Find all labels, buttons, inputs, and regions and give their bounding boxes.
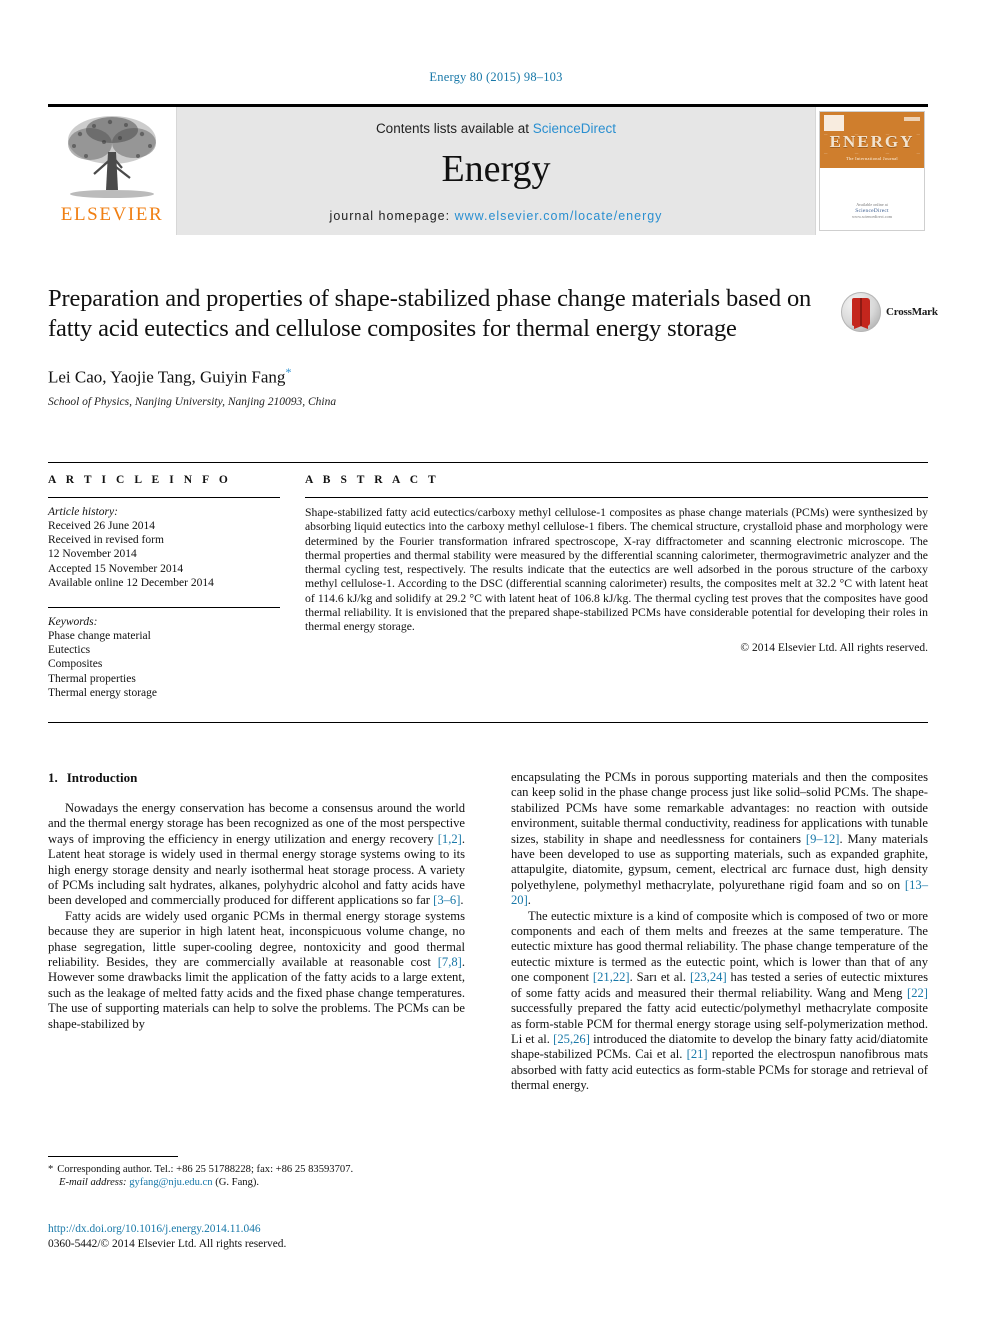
citation-ref[interactable]: [22] bbox=[907, 986, 928, 1000]
article-history-item: Accepted 15 November 2014 bbox=[48, 562, 184, 575]
contents-prefix: Contents lists available at bbox=[375, 121, 533, 136]
cover-issn-mark bbox=[904, 117, 920, 121]
corresponding-author-marker: * bbox=[285, 365, 292, 379]
section-title: Introduction bbox=[66, 770, 138, 785]
keywords-rule bbox=[48, 607, 280, 609]
footnote-corresponding-text: Corresponding author. Tel.: +86 25 51788… bbox=[57, 1164, 354, 1175]
email-link[interactable]: gyfang@nju.edu.cn bbox=[129, 1177, 212, 1188]
paragraph-text: Fatty acids are widely used organic PCMs… bbox=[48, 908, 465, 970]
abstract-rule bbox=[305, 497, 928, 498]
citation-ref[interactable]: [9–12] bbox=[806, 832, 840, 846]
doi-link[interactable]: http://dx.doi.org/10.1016/j.energy.2014.… bbox=[48, 1222, 548, 1236]
citation-ref[interactable]: [25,26] bbox=[553, 1032, 590, 1046]
elsevier-wordmark: ELSEVIER bbox=[60, 204, 164, 225]
info-bottom-rule bbox=[48, 722, 928, 723]
section-heading-introduction: 1. Introduction bbox=[48, 770, 465, 786]
journal-band: Contents lists available at ScienceDirec… bbox=[176, 107, 816, 235]
cover-publisher-mark bbox=[824, 115, 844, 131]
footnote-email-line: E-mail address: gyfang@nju.edu.cn (G. Fa… bbox=[48, 1176, 465, 1189]
article-history-item: Available online 12 December 2014 bbox=[48, 576, 214, 589]
cover-footer: Available online at ScienceDirect www.sc… bbox=[820, 202, 924, 220]
journal-cover-thumbnail: — — — — ENERGY — — — — The International Journ… bbox=[816, 107, 928, 235]
abstract-column: A B S T R A C T Shape-stabilized fatty a… bbox=[305, 474, 928, 654]
author-list: Lei Cao, Yaojie Tang, Guiyin Fang* bbox=[48, 365, 838, 388]
crossmark-badge[interactable]: CrossMark bbox=[841, 291, 938, 333]
journal-homepage-link[interactable]: www.elsevier.com/locate/energy bbox=[455, 209, 663, 223]
keyword-item: Composites bbox=[48, 658, 103, 671]
keyword-item: Thermal properties bbox=[48, 672, 136, 685]
article-history-item: Received in revised form bbox=[48, 534, 164, 547]
journal-homepage-line: journal homepage: www.elsevier.com/locat… bbox=[177, 209, 815, 223]
footnote-corresponding-line: * Corresponding author. Tel.: +86 25 5178… bbox=[48, 1163, 465, 1176]
article-history-item: 12 November 2014 bbox=[48, 548, 137, 561]
citation-ref[interactable]: [3–6] bbox=[433, 893, 460, 907]
journal-title: Energy bbox=[441, 148, 551, 190]
journal-masthead: ELSEVIER Contents lists available at Sci… bbox=[48, 104, 928, 235]
citation-ref[interactable]: [23,24] bbox=[690, 970, 727, 984]
corresponding-author-footnote: * Corresponding author. Tel.: +86 25 5178… bbox=[48, 1156, 465, 1189]
paragraph: encapsulating the PCMs in porous support… bbox=[511, 770, 928, 909]
paragraph-text: . Sarı et al. bbox=[629, 970, 690, 985]
body-column-right: encapsulating the PCMs in porous support… bbox=[511, 770, 928, 1094]
crossmark-label: CrossMark bbox=[886, 306, 938, 318]
affiliation: School of Physics, Nanjing University, N… bbox=[48, 395, 337, 408]
cover-journal-title: ENERGY bbox=[829, 132, 915, 151]
citation-ref[interactable]: [21] bbox=[687, 1047, 708, 1061]
email-suffix: (G. Fang). bbox=[215, 1177, 260, 1188]
footer-identifiers: http://dx.doi.org/10.1016/j.energy.2014.… bbox=[48, 1222, 548, 1251]
title-block: Preparation and properties of shape-stab… bbox=[48, 284, 838, 408]
issn-copyright: 0360-5442/© 2014 Elsevier Ltd. All right… bbox=[48, 1238, 287, 1250]
info-top-rule bbox=[48, 462, 928, 463]
elsevier-logo: ELSEVIER bbox=[48, 107, 176, 235]
page-title: Preparation and properties of shape-stab… bbox=[48, 285, 812, 342]
paragraph: Fatty acids are widely used organic PCMs… bbox=[48, 909, 465, 1032]
citation-ref[interactable]: [1,2] bbox=[438, 832, 462, 846]
paper-page: Energy 80 (2015) 98–103 ELSEVIER Content… bbox=[0, 0, 992, 1323]
abstract-copyright: © 2014 Elsevier Ltd. All rights reserved… bbox=[740, 641, 928, 654]
email-label: E-mail address: bbox=[59, 1177, 127, 1188]
sciencedirect-link[interactable]: ScienceDirect bbox=[533, 121, 616, 136]
cover-footer-url: www.sciencedirect.com bbox=[852, 214, 892, 219]
running-head: Energy 80 (2015) 98–103 bbox=[429, 70, 563, 84]
paragraph-text: . bbox=[460, 893, 464, 908]
author-names: Lei Cao, Yaojie Tang, Guiyin Fang bbox=[48, 367, 286, 387]
paragraph: The eutectic mixture is a kind of compos… bbox=[511, 909, 928, 1094]
citation-ref[interactable]: [7,8] bbox=[438, 955, 462, 969]
paragraph-text: Nowadays the energy conservation has bec… bbox=[48, 801, 465, 846]
keyword-item: Phase change material bbox=[48, 630, 151, 643]
abstract-text: Shape-stabilized fatty acid eutectics/ca… bbox=[305, 506, 928, 634]
article-history-label: Article history: bbox=[48, 506, 118, 518]
article-history-item: Received 26 June 2014 bbox=[48, 520, 155, 532]
article-info-column: A R T I C L E I N F O Article history: R… bbox=[48, 474, 280, 700]
article-info-heading: A R T I C L E I N F O bbox=[48, 474, 232, 486]
citation-ref[interactable]: [21,22] bbox=[593, 970, 630, 984]
footnote-bullet: * bbox=[48, 1164, 54, 1175]
cover-subtitle: The International Journal bbox=[846, 156, 898, 161]
keyword-item: Eutectics bbox=[48, 644, 91, 657]
homepage-prefix: journal homepage: bbox=[329, 209, 455, 223]
paragraph: Nowadays the energy conservation has bec… bbox=[48, 801, 465, 909]
footnote-rule bbox=[48, 1156, 178, 1157]
crossmark-icon bbox=[841, 292, 881, 332]
contents-available-line: Contents lists available at ScienceDirec… bbox=[177, 121, 815, 136]
section-number: 1. bbox=[48, 770, 58, 785]
article-info-rule bbox=[48, 497, 280, 498]
keywords-label: Keywords: bbox=[48, 616, 98, 629]
body-column-left: 1. Introduction Nowadays the energy conse… bbox=[48, 770, 465, 1032]
paragraph-text: . bbox=[527, 893, 531, 908]
abstract-heading: A B S T R A C T bbox=[305, 474, 440, 486]
elsevier-tree-icon bbox=[68, 116, 156, 198]
cover-topic-row-2: — — — — bbox=[824, 151, 920, 155]
keyword-item: Thermal energy storage bbox=[48, 686, 157, 699]
